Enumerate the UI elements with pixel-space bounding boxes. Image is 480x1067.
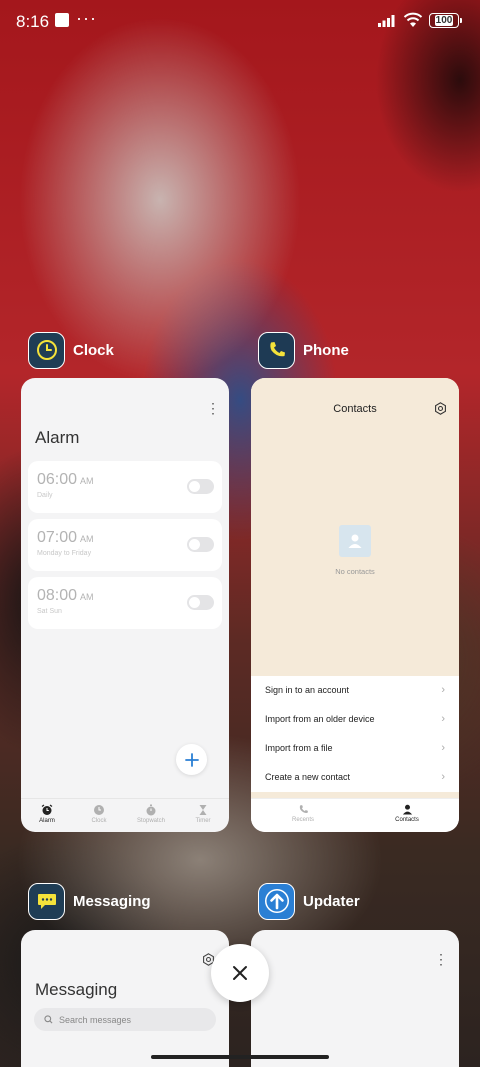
no-contacts-text: No contacts — [335, 567, 375, 576]
app-header-updater[interactable]: Updater — [258, 882, 360, 920]
app-name-updater: Updater — [303, 892, 360, 910]
recent-card-clock[interactable]: ⋮ Alarm 06:00 AM Daily 07:00 AM Monday to … — [21, 378, 229, 832]
stopwatch-icon — [146, 804, 156, 816]
alarm-page-title: Alarm — [35, 428, 80, 447]
wifi-icon — [403, 12, 423, 27]
chevron-right-icon: › — [441, 684, 445, 697]
search-messages-input[interactable]: Search messages — [34, 1008, 216, 1031]
phone-icon — [258, 331, 295, 369]
menu-item-label: Create a new contact — [265, 771, 351, 782]
tab-label: Timer — [195, 818, 211, 824]
menu-item-sign-in[interactable]: Sign in to an account › — [251, 676, 459, 705]
search-icon — [44, 1015, 53, 1024]
alarm-repeat: Monday to Friday — [37, 550, 92, 557]
person-icon — [402, 804, 412, 815]
status-time: 8:16 — [16, 12, 50, 31]
app-name-phone: Phone — [303, 341, 349, 359]
signal-icon — [378, 15, 395, 27]
tab-label: Alarm — [39, 818, 55, 824]
tab-label: Recents — [291, 817, 314, 823]
messaging-page-title: Messaging — [35, 980, 118, 999]
alarm-clock-icon — [41, 804, 53, 815]
menu-item-label: Import from an older device — [265, 714, 375, 725]
more-options-icon[interactable]: ⋮ — [434, 951, 448, 968]
chat-bubble-icon — [28, 882, 65, 920]
alarm-row[interactable]: 08:00 AM Sat Sun — [28, 577, 222, 629]
notification-square-icon — [55, 13, 69, 27]
menu-item-label: Import from a file — [265, 742, 333, 753]
tab-label: Clock — [91, 818, 107, 824]
tab-alarm[interactable]: Alarm — [21, 799, 73, 832]
plus-icon — [184, 752, 199, 767]
contacts-menu: Sign in to an account › Import from an ol… — [251, 676, 459, 792]
tab-stopwatch[interactable]: Stopwatch — [125, 799, 177, 832]
recent-card-updater[interactable]: ⋮ — [251, 930, 459, 1067]
add-alarm-button[interactable] — [176, 744, 207, 775]
clock-icon — [28, 331, 65, 369]
app-header-clock[interactable]: Clock — [28, 331, 114, 369]
search-placeholder: Search messages — [59, 1014, 132, 1025]
tab-recents[interactable]: Recents — [251, 799, 355, 832]
clock-face-icon — [94, 805, 104, 815]
app-name-messaging: Messaging — [73, 892, 151, 910]
arrow-up-icon — [258, 882, 295, 920]
clock-bottom-nav: Alarm Clock Stopwatch Timer — [21, 798, 229, 832]
chevron-right-icon: › — [441, 770, 445, 783]
phone-handset-icon — [299, 805, 308, 813]
app-header-phone[interactable]: Phone — [258, 331, 349, 369]
alarm-row[interactable]: 07:00 AM Monday to Friday — [28, 519, 222, 571]
empty-contacts-illustration — [339, 525, 371, 557]
battery-level: 100 — [434, 15, 454, 26]
alarm-toggle[interactable] — [187, 479, 214, 494]
alarm-toggle[interactable] — [187, 595, 214, 610]
alarm-repeat: Daily — [37, 492, 53, 499]
tab-timer[interactable]: Timer — [177, 799, 229, 832]
tab-label: Contacts — [395, 817, 419, 823]
app-name-clock: Clock — [73, 341, 114, 359]
menu-item-import-file[interactable]: Import from a file › — [251, 734, 459, 763]
alarm-time: 06:00 AM — [37, 471, 94, 488]
alarm-time: 08:00 AM — [37, 587, 94, 604]
alarm-row[interactable]: 06:00 AM Daily — [28, 461, 222, 513]
phone-bottom-nav: Recents Contacts — [251, 798, 459, 832]
more-options-icon[interactable]: ⋮ — [206, 400, 220, 417]
recent-card-messaging[interactable]: Messaging Search messages — [21, 930, 229, 1067]
alarm-toggle[interactable] — [187, 537, 214, 552]
tab-label: Stopwatch — [136, 818, 166, 824]
clear-all-button[interactable] — [211, 944, 269, 1002]
menu-item-create-contact[interactable]: Create a new contact › — [251, 762, 459, 791]
menu-item-label: Sign in to an account — [265, 685, 350, 696]
tab-clock[interactable]: Clock — [73, 799, 125, 832]
settings-gear-icon[interactable] — [434, 402, 447, 415]
status-bar: 8:16 ··· 100 — [0, 0, 480, 44]
home-indicator[interactable] — [151, 1055, 329, 1059]
contacts-title: Contacts — [333, 403, 377, 415]
close-icon — [233, 966, 247, 980]
chevron-right-icon: › — [441, 741, 445, 754]
tab-contacts[interactable]: Contacts — [355, 799, 459, 832]
menu-item-import-older-device[interactable]: Import from an older device › — [251, 705, 459, 734]
alarm-repeat: Sat Sun — [37, 608, 62, 615]
alarm-time: 07:00 AM — [37, 529, 94, 546]
more-notifications-icon: ··· — [76, 8, 97, 28]
app-header-messaging[interactable]: Messaging — [28, 882, 151, 920]
chevron-right-icon: › — [441, 713, 445, 726]
battery-indicator: 100 — [429, 13, 462, 28]
hourglass-icon — [199, 805, 207, 815]
recent-card-phone[interactable]: Contacts No contacts Sign in to an accou… — [251, 378, 459, 832]
